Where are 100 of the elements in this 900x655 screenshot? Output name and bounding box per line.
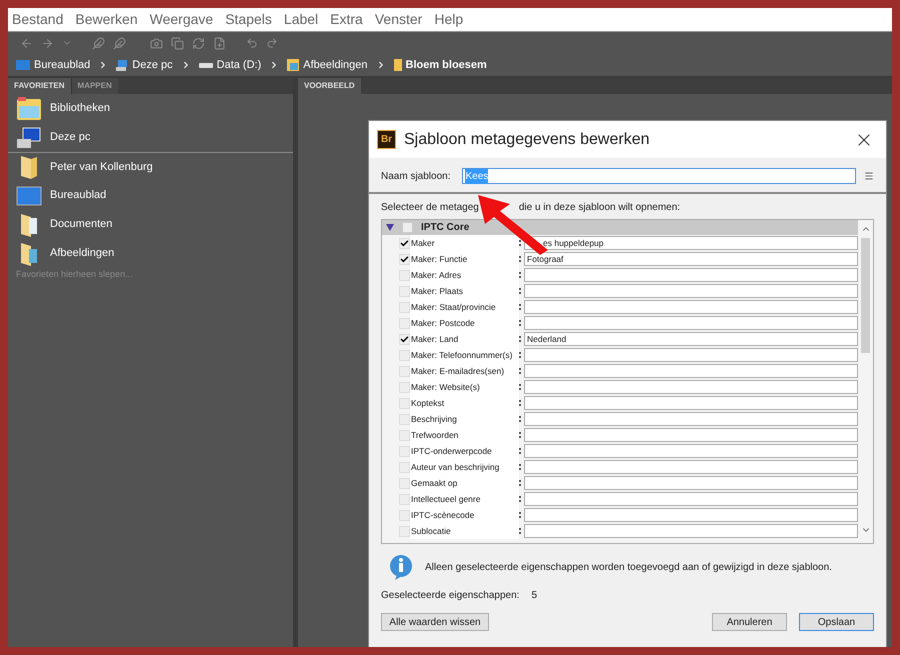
new-file-icon[interactable] — [213, 36, 226, 50]
menu-item[interactable]: Weergave — [150, 9, 214, 30]
checkbox[interactable] — [399, 286, 410, 296]
dialog-button[interactable]: Opslaan — [799, 613, 874, 631]
checkbox[interactable] — [399, 270, 410, 280]
back-icon[interactable] — [20, 36, 33, 50]
value-field[interactable] — [524, 380, 858, 394]
value-field[interactable] — [524, 412, 858, 426]
checkbox[interactable] — [399, 494, 410, 504]
value-field[interactable] — [524, 396, 858, 410]
checkbox[interactable] — [399, 366, 410, 376]
checkbox[interactable] — [402, 222, 413, 233]
field-label: Maker: Staat/provincie — [410, 299, 519, 315]
field-label: Maker: Land — [410, 331, 519, 347]
info-text: Alleen geselecteerde eigenschappen worden toegevoegd aan of gewijzigd in deze sjabloon. — [425, 560, 832, 574]
refresh-icon[interactable] — [192, 36, 205, 50]
field-label: Auteur van beschrijving — [410, 459, 519, 475]
group-header[interactable]: IPTC Core — [382, 220, 858, 235]
value-field[interactable]: Fotograaf — [524, 252, 858, 266]
favorite-item[interactable]: Documenten — [8, 210, 293, 239]
favorite-item[interactable]: Afbeeldingen — [8, 239, 293, 268]
field-label: Maker: Website(s) — [410, 379, 519, 395]
field-label: Koptekst — [410, 395, 519, 411]
menu-item[interactable]: Venster — [374, 9, 422, 30]
favorite-label: Documenten — [50, 217, 112, 232]
scrollbar-thumb[interactable] — [861, 238, 870, 353]
favorite-item[interactable]: Bureaublad — [8, 181, 293, 210]
library-folder-icon — [16, 96, 42, 122]
favorite-item[interactable]: Deze pc — [8, 123, 293, 152]
panel-tab[interactable]: VOORBEELD — [298, 78, 361, 94]
dialog-button[interactable]: Annuleren — [712, 613, 787, 631]
checkbox[interactable] — [399, 526, 410, 536]
favorite-item[interactable]: Peter van Kollenburg — [8, 152, 293, 181]
menu-item[interactable]: Extra — [330, 9, 363, 30]
checkbox[interactable] — [399, 414, 410, 424]
value-field[interactable] — [524, 492, 858, 506]
checkbox[interactable] — [399, 254, 410, 264]
dialog-title: Sjabloon metagegevens bewerken — [404, 130, 650, 150]
field-label: Maker: Adres — [410, 267, 519, 283]
value-field[interactable] — [524, 428, 858, 442]
value-field[interactable] — [524, 268, 858, 282]
feather-icon[interactable] — [92, 36, 105, 50]
field-label: Maker: Plaats — [410, 283, 519, 299]
checkbox[interactable] — [399, 478, 410, 488]
undo-icon[interactable] — [246, 37, 258, 49]
menu-item[interactable]: Bestand — [12, 9, 64, 30]
field-label: IPTC-scènecode — [410, 507, 519, 523]
instruction-text: Selecteer de metageg — [381, 201, 479, 215]
breadcrumb-item[interactable]: Afbeeldingen — [303, 56, 368, 74]
value-field[interactable] — [524, 316, 858, 330]
value-field[interactable] — [524, 444, 858, 458]
field-label: Sublocatie — [410, 523, 519, 539]
expand-icon[interactable] — [386, 224, 394, 231]
checkbox[interactable] — [399, 430, 410, 440]
redo-icon[interactable] — [266, 37, 278, 49]
field-label: Maker: Postcode — [410, 315, 519, 331]
checkbox[interactable] — [399, 382, 410, 392]
feather-icon[interactable] — [113, 36, 126, 50]
checkbox[interactable] — [399, 318, 410, 328]
menu-item[interactable]: Stapels — [225, 9, 272, 30]
drive-icon — [198, 62, 213, 68]
checkbox[interactable] — [399, 398, 410, 408]
field-label: Maker: Functie — [410, 251, 519, 267]
checkbox[interactable] — [399, 350, 410, 360]
checkbox[interactable] — [399, 446, 410, 456]
breadcrumb-item[interactable]: Data (D:) — [216, 56, 262, 74]
selected-count: 5 — [531, 589, 537, 603]
field-label: Maker — [410, 235, 519, 251]
checkbox[interactable] — [399, 510, 410, 520]
breadcrumb-item[interactable]: Bureaublad — [34, 56, 90, 74]
breadcrumb-item[interactable]: Bloem bloesem — [406, 56, 487, 74]
value-field[interactable]: Nederland — [524, 332, 858, 346]
dialog-button[interactable]: Alle waarden wissen — [381, 613, 489, 631]
value-field[interactable] — [524, 284, 858, 298]
checkbox[interactable] — [399, 462, 410, 472]
value-field[interactable] — [524, 508, 858, 522]
field-label: Gemaakt op — [410, 475, 519, 491]
menu-item[interactable]: Label — [284, 9, 318, 30]
value-field[interactable]: es huppeldepup — [524, 236, 858, 250]
value-field[interactable] — [524, 348, 858, 362]
camera-icon[interactable] — [150, 36, 163, 50]
monitor-icon — [16, 60, 30, 70]
menu-item[interactable]: Bewerken — [75, 9, 138, 30]
menu-icon[interactable] — [864, 171, 874, 181]
value-field[interactable] — [524, 476, 858, 490]
field-label: Trefwoorden — [410, 427, 519, 443]
folder-icon — [19, 154, 39, 180]
breadcrumb-item[interactable]: Deze pc — [132, 56, 173, 74]
value-field[interactable] — [524, 300, 858, 314]
checkbox[interactable] — [399, 334, 410, 344]
value-field[interactable] — [524, 524, 858, 538]
menu-item[interactable]: Help — [434, 9, 464, 30]
value-field[interactable] — [524, 364, 858, 378]
value-field[interactable] — [524, 460, 858, 474]
forward-icon[interactable] — [41, 36, 54, 50]
copy-icon[interactable] — [171, 36, 184, 50]
checkbox[interactable] — [399, 238, 410, 248]
checkbox[interactable] — [399, 302, 410, 312]
favorite-item[interactable]: Bibliotheken — [8, 94, 293, 123]
panel-tab[interactable]: FAVORIETEN — [8, 78, 71, 94]
